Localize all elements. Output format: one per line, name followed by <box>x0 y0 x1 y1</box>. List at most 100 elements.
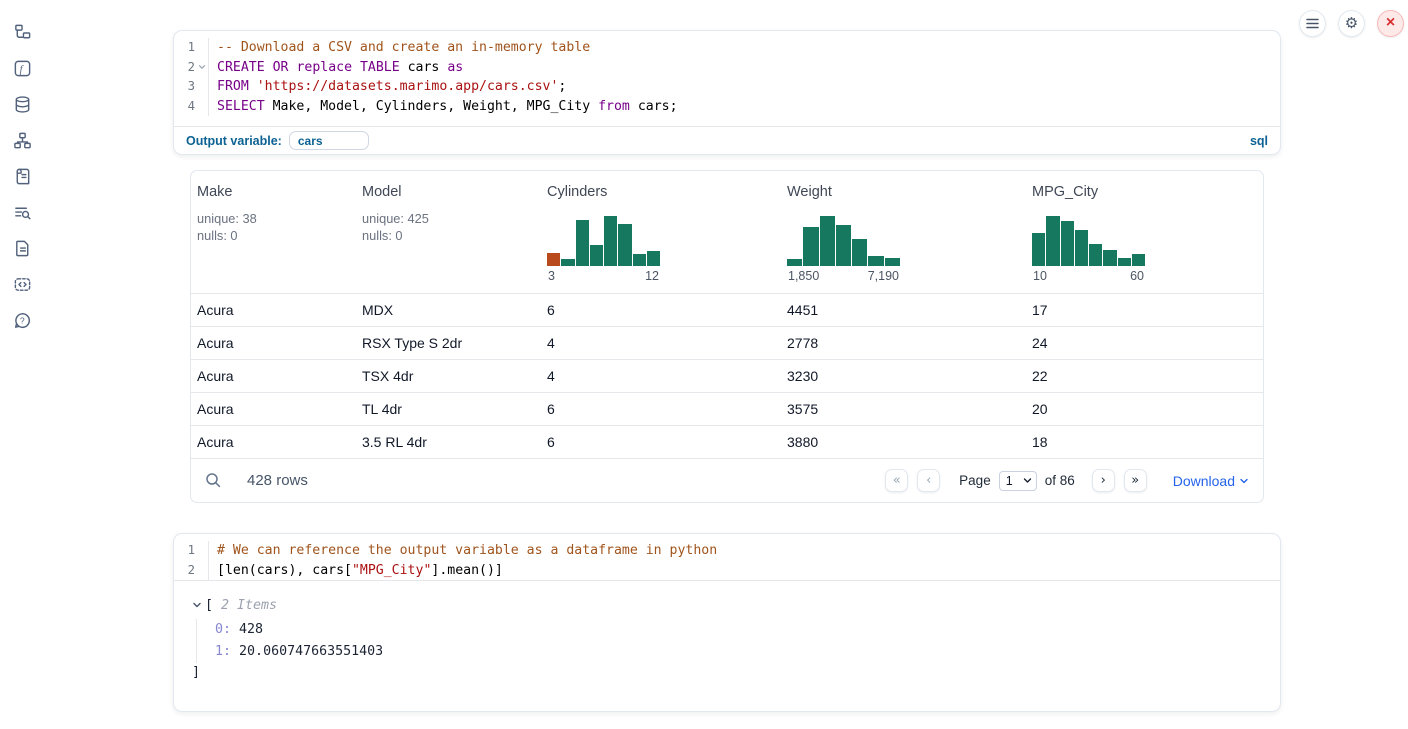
code-line[interactable]: 1 -- Download a CSV and create an in-memo… <box>174 38 1280 58</box>
document-icon <box>13 239 32 258</box>
download-button[interactable]: Download <box>1173 473 1249 489</box>
tree-entry: 0: 428 <box>215 619 1280 641</box>
column-header-cylinders[interactable]: Cylinders 3 12 <box>541 171 781 293</box>
line-gutter: 3 <box>174 77 209 97</box>
sidebar-item-snippets[interactable] <box>8 270 36 298</box>
code-line[interactable]: 1# We can reference the output variable … <box>174 541 1280 561</box>
histogram-cylinders[interactable]: 3 12 <box>547 214 660 283</box>
prev-page-button[interactable]: ‹ <box>917 469 940 492</box>
sidebar-item-scratchpad[interactable] <box>8 162 36 190</box>
syntax-token: [len(cars), cars[ <box>217 563 352 578</box>
syntax-token: -- Download a CSV and create an in-memor… <box>217 40 590 55</box>
sidebar-item-logs[interactable] <box>8 198 36 226</box>
shutdown-button[interactable]: × <box>1377 10 1404 37</box>
column-header-make[interactable]: Make unique: 38 nulls: 0 <box>191 171 356 293</box>
histogram-bar[interactable] <box>1103 250 1116 266</box>
histogram-bar[interactable] <box>1046 216 1059 266</box>
table-cell: 20 <box>1026 401 1263 417</box>
fold-chevron-icon[interactable] <box>195 58 208 78</box>
line-gutter: 1 <box>174 38 209 58</box>
histogram-bar[interactable] <box>590 245 603 266</box>
code-text: -- Download a CSV and create an in-memor… <box>209 38 590 58</box>
table-cell: 3575 <box>781 401 1026 417</box>
first-page-button[interactable]: « <box>885 469 908 492</box>
fold-spacer <box>195 561 208 581</box>
histogram-weight[interactable]: 1,850 7,190 <box>787 214 900 283</box>
language-badge[interactable]: sql <box>1250 134 1268 148</box>
code-line[interactable]: 3FROM 'https://datasets.marimo.app/cars.… <box>174 77 1280 97</box>
sidebar: f <box>0 0 44 729</box>
menu-button[interactable] <box>1299 10 1326 37</box>
column-header-mpg-city[interactable]: MPG_City 10 60 <box>1026 171 1263 293</box>
histogram-bar[interactable] <box>576 220 589 266</box>
table-cell: TSX 4dr <box>356 368 541 384</box>
table-row[interactable]: AcuraMDX6445117 <box>191 293 1263 326</box>
histogram-mpg-city[interactable]: 10 60 <box>1032 214 1145 283</box>
sidebar-item-file-explorer[interactable] <box>8 18 36 46</box>
histogram-bar[interactable] <box>787 259 802 266</box>
histogram-bar[interactable] <box>820 216 835 266</box>
next-page-button[interactable]: › <box>1092 469 1115 492</box>
table-row[interactable]: Acura3.5 RL 4dr6388018 <box>191 425 1263 458</box>
histogram-bar[interactable] <box>604 216 617 266</box>
fold-spacer <box>195 97 208 117</box>
table-cell: 24 <box>1026 335 1263 351</box>
histogram-bar[interactable] <box>852 239 867 266</box>
histogram-bar[interactable] <box>1075 230 1088 266</box>
histogram-bar[interactable] <box>868 256 883 266</box>
last-page-button[interactable]: » <box>1124 469 1147 492</box>
column-header-weight[interactable]: Weight 1,850 7,190 <box>781 171 1026 293</box>
histogram-bar[interactable] <box>885 258 900 266</box>
tree-entry-key: 0: <box>215 622 231 637</box>
table-row[interactable]: AcuraTL 4dr6357520 <box>191 392 1263 425</box>
histogram-bar[interactable] <box>803 227 818 266</box>
histogram-bar[interactable] <box>1032 233 1045 266</box>
stat-nulls: nulls: 0 <box>362 228 541 245</box>
table-row[interactable]: AcuraRSX Type S 2dr4277824 <box>191 326 1263 359</box>
code-line[interactable]: 2[len(cars), cars["MPG_City"].mean()] <box>174 561 1280 581</box>
line-number: 3 <box>174 77 195 97</box>
python-code-editor[interactable]: 1# We can reference the output variable … <box>174 534 1280 580</box>
sidebar-item-variables[interactable]: f <box>8 54 36 82</box>
syntax-token: cars; <box>630 99 678 114</box>
table-cell: RSX Type S 2dr <box>356 335 541 351</box>
histogram-bar[interactable] <box>836 225 851 266</box>
table-cell: TL 4dr <box>356 401 541 417</box>
sidebar-item-dependency-graph[interactable] <box>8 126 36 154</box>
page-select[interactable]: 1 <box>999 471 1037 491</box>
function-icon: f <box>13 59 32 78</box>
histogram-bar[interactable] <box>561 259 574 266</box>
axis-max-label: 60 <box>1130 269 1144 283</box>
histogram-bar[interactable] <box>647 251 660 266</box>
gear-icon: ⚙ <box>1345 16 1358 31</box>
histogram-bar[interactable] <box>1132 254 1145 266</box>
histogram-bar[interactable] <box>1118 258 1131 266</box>
output-variable-input[interactable] <box>289 131 369 150</box>
settings-button[interactable]: ⚙ <box>1338 10 1365 37</box>
code-line[interactable]: 4SELECT Make, Model, Cylinders, Weight, … <box>174 97 1280 117</box>
histogram-bar[interactable] <box>618 224 631 266</box>
table-cell: 3230 <box>781 368 1026 384</box>
table-row[interactable]: AcuraTSX 4dr4323022 <box>191 359 1263 392</box>
fold-spacer <box>195 541 208 561</box>
tree-collapse-toggle[interactable] <box>192 600 202 610</box>
column-header-model[interactable]: Model unique: 425 nulls: 0 <box>356 171 541 293</box>
sidebar-item-help[interactable]: ? <box>8 306 36 334</box>
histogram-bar[interactable] <box>1089 244 1102 266</box>
sidebar-item-documentation[interactable] <box>8 234 36 262</box>
code-line[interactable]: 2CREATE OR replace TABLE cars as <box>174 58 1280 78</box>
search-icon[interactable] <box>205 472 222 489</box>
syntax-token: cars <box>400 60 448 75</box>
histogram-bar[interactable] <box>1061 221 1074 266</box>
syntax-token: from <box>598 99 630 114</box>
sql-code-editor[interactable]: 1 -- Download a CSV and create an in-memo… <box>174 31 1280 116</box>
histogram-bar[interactable] <box>633 254 646 266</box>
table-cell: 4451 <box>781 302 1026 318</box>
topbar-actions: ⚙ × <box>1299 10 1404 37</box>
line-number: 2 <box>174 58 195 78</box>
table-cell: Acura <box>191 434 356 450</box>
histogram-bar[interactable] <box>547 253 560 266</box>
table-footer: 428 rows « ‹ Page 1 of 86 › » Download <box>191 458 1263 502</box>
sidebar-item-datasources[interactable] <box>8 90 36 118</box>
marimo-notebook: { "topbar": { "buttons": [ { "name": "me… <box>0 0 1408 729</box>
